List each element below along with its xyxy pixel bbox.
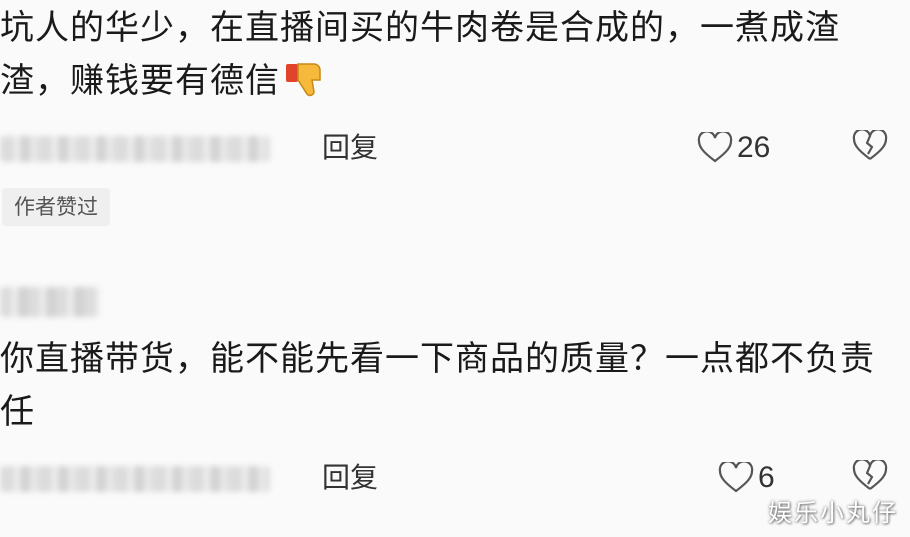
blurred-username: [0, 136, 270, 162]
heart-icon: [697, 132, 733, 163]
watermark: 娱乐小丸仔: [768, 499, 898, 527]
comment-1-body: 坑人的华少，在直播间买的牛肉卷是合成的，一煮成渣渣，赚钱要有德信: [0, 8, 840, 101]
broken-heart-icon: [852, 458, 888, 490]
like-button[interactable]: 26: [697, 130, 770, 166]
dislike-button[interactable]: [852, 458, 888, 496]
comment-1-text: 坑人的华少，在直播间买的牛肉卷是合成的，一煮成渣渣，赚钱要有德信: [0, 2, 900, 116]
blurred-username: [0, 466, 270, 492]
reply-button[interactable]: 回复: [322, 458, 378, 498]
like-button[interactable]: 6: [718, 460, 775, 496]
broken-heart-icon: [852, 128, 888, 160]
like-count: 6: [758, 461, 775, 494]
thumbs-down-icon: [284, 60, 328, 116]
blurred-username: [0, 287, 100, 317]
reply-button[interactable]: 回复: [322, 128, 378, 168]
comment-2-meta: 回复 6: [0, 458, 910, 498]
heart-icon: [718, 462, 754, 493]
comment-1-meta: 回复 26: [0, 128, 910, 168]
dislike-button[interactable]: [852, 128, 888, 166]
comment-2-text: 你直播带货，能不能先看一下商品的质量？一点都不负责任: [0, 339, 875, 432]
like-count: 26: [737, 131, 771, 164]
author-liked-badge: 作者赞过: [2, 188, 110, 226]
